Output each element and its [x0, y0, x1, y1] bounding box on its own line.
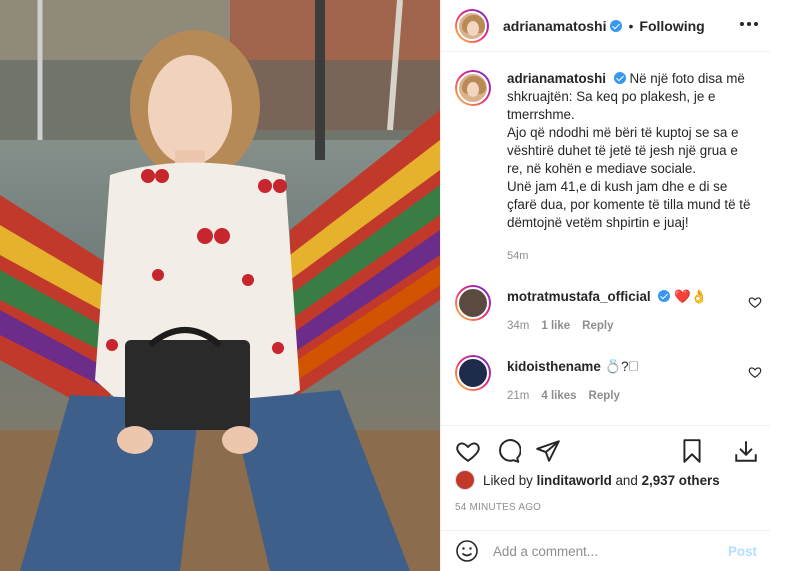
- author-username[interactable]: adrianamatoshi: [503, 18, 606, 34]
- post-caption: adrianamatoshi Në një foto disa më shkru…: [455, 70, 760, 232]
- verified-icon: [658, 290, 671, 302]
- comment-likes[interactable]: 1 like: [541, 320, 570, 332]
- more-icon[interactable]: [739, 14, 759, 34]
- add-comment-bar: Add a comment... Post: [441, 530, 771, 571]
- post-header: adrianamatoshi • Following: [441, 0, 771, 52]
- likes-conjunction: and: [615, 472, 638, 488]
- action-bar: [441, 425, 771, 465]
- comment-username[interactable]: kidoisthename: [507, 359, 601, 374]
- author-avatar[interactable]: [455, 8, 489, 43]
- comment-likes[interactable]: 4 likes: [541, 390, 576, 402]
- verified-icon: [610, 19, 623, 32]
- following-button[interactable]: Following: [639, 18, 704, 34]
- comment-item: motratmustafa_official ❤️👌 34m 1 like Re…: [455, 285, 762, 332]
- heart-icon[interactable]: [748, 295, 762, 309]
- reply-button[interactable]: Reply: [582, 320, 613, 332]
- post-photo[interactable]: [0, 0, 440, 571]
- comment-time[interactable]: 21m: [507, 390, 529, 402]
- commenter-avatar[interactable]: [455, 285, 491, 321]
- verified-icon: [613, 72, 626, 84]
- heart-icon[interactable]: [455, 438, 481, 464]
- comment-icon[interactable]: [495, 438, 521, 464]
- likes-prefix: Liked by: [483, 472, 533, 488]
- comment-text: 💍?🗆: [604, 359, 639, 374]
- comment-item: kidoisthename 💍?🗆 21m 4 likes Reply: [455, 355, 762, 402]
- share-icon[interactable]: [535, 438, 561, 464]
- reply-button[interactable]: Reply: [589, 390, 620, 402]
- comment-text: ❤️👌: [674, 289, 708, 304]
- header-separator: •: [628, 17, 634, 34]
- bookmark-icon[interactable]: [679, 438, 705, 464]
- comment-username[interactable]: motratmustafa_official: [507, 289, 651, 304]
- post-timestamp[interactable]: 54 MINUTES AGO: [455, 502, 541, 513]
- emoji-icon[interactable]: [455, 539, 479, 563]
- caption-body: Në një foto disa më shkruajtën: Sa keq p…: [507, 71, 751, 230]
- caption-time: 54m: [507, 250, 529, 262]
- download-icon[interactable]: [733, 438, 759, 464]
- likes-others[interactable]: 2,937 others: [642, 473, 720, 488]
- comment-time[interactable]: 34m: [507, 320, 529, 332]
- caption-username[interactable]: adrianamatoshi: [507, 71, 606, 86]
- likes-summary: Liked by linditaworld and 2,937 others: [455, 470, 720, 490]
- comment-input[interactable]: Add a comment...: [493, 544, 728, 559]
- page-margin: [770, 0, 805, 571]
- caption-avatar[interactable]: [455, 70, 491, 106]
- heart-icon[interactable]: [748, 365, 762, 379]
- commenter-avatar[interactable]: [455, 355, 491, 391]
- post-comment-button[interactable]: Post: [728, 544, 757, 559]
- liker-avatar[interactable]: [455, 470, 475, 490]
- liker-username[interactable]: linditaworld: [537, 473, 612, 488]
- post-sidebar: adrianamatoshi • Following adrianamatosh…: [440, 0, 771, 571]
